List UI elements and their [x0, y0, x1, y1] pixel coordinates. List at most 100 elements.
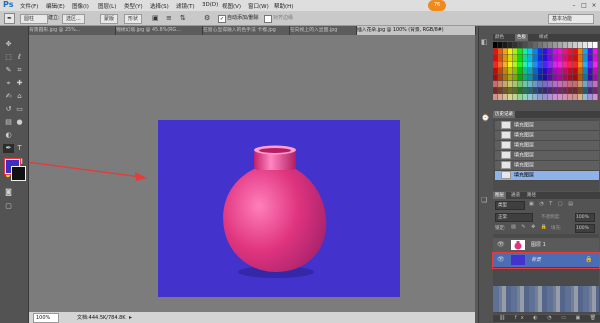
tab-history[interactable]: 历史记录	[493, 111, 515, 118]
swatch-cell[interactable]	[568, 55, 573, 61]
swatch-cell[interactable]	[548, 48, 553, 55]
swatch-cell[interactable]	[498, 81, 503, 87]
eraser-tool-icon[interactable]: ▭	[14, 105, 25, 114]
swatch-cell[interactable]	[493, 61, 498, 68]
swatch-cell[interactable]	[533, 68, 538, 74]
type-tool-icon[interactable]: T	[14, 144, 25, 153]
menu-file[interactable]: 文件(F)	[20, 2, 38, 10]
menu-window[interactable]: 窗口(W)	[248, 2, 269, 10]
eyedropper-tool-icon[interactable]: ⌖	[3, 79, 14, 88]
swatch-cell[interactable]	[518, 74, 523, 81]
swatch-cell[interactable]	[513, 74, 518, 81]
swatch-cell[interactable]	[543, 55, 548, 61]
dodge-tool-icon[interactable]: ◐	[3, 131, 14, 140]
swatch-cell[interactable]	[533, 61, 538, 68]
swatch-cell[interactable]	[498, 55, 503, 61]
swatch-cell[interactable]	[568, 48, 573, 55]
swatch-cell[interactable]	[493, 94, 498, 100]
swatch-cell[interactable]	[568, 42, 573, 48]
swatch-cell[interactable]	[503, 55, 508, 61]
swatch-cell[interactable]	[548, 87, 553, 94]
history-item[interactable]: 填充图层	[495, 151, 599, 161]
swatch-cell[interactable]	[543, 68, 548, 74]
swatch-cell[interactable]	[583, 55, 588, 61]
swatch-cell[interactable]	[543, 81, 548, 87]
tab-paths[interactable]: 路径	[525, 192, 538, 199]
swatch-cell[interactable]	[538, 94, 543, 100]
swatch-cell[interactable]	[528, 94, 533, 100]
swatch-grid[interactable]	[493, 42, 599, 106]
swatch-cell[interactable]	[548, 74, 553, 81]
swatch-cell[interactable]	[508, 87, 513, 94]
swatch-cell[interactable]	[568, 74, 573, 81]
swatch-cell[interactable]	[588, 68, 593, 74]
marquee-tool-icon[interactable]: ⬚	[3, 53, 14, 62]
visibility-eye-icon[interactable]: 👁	[497, 238, 505, 252]
swatch-cell[interactable]	[588, 81, 593, 87]
swatch-cell[interactable]	[568, 87, 573, 94]
swatch-cell[interactable]	[588, 94, 593, 100]
lasso-tool-icon[interactable]: ℓ	[14, 53, 25, 62]
swatch-cell[interactable]	[568, 94, 573, 100]
swatch-cell[interactable]	[558, 74, 563, 81]
zoom-level-field[interactable]: 100%	[33, 313, 59, 323]
swatch-cell[interactable]	[588, 61, 593, 68]
swatch-cell[interactable]	[578, 68, 583, 74]
swatch-cell[interactable]	[518, 81, 523, 87]
swatch-cell[interactable]	[548, 55, 553, 61]
swatch-cell[interactable]	[553, 48, 558, 55]
align-edges-checkbox[interactable]	[264, 15, 272, 23]
swatch-cell[interactable]	[513, 42, 518, 48]
swatch-cell[interactable]	[573, 55, 578, 61]
swatch-cell[interactable]	[508, 42, 513, 48]
quick-mask-icon[interactable]: ◙	[3, 188, 14, 197]
swatch-cell[interactable]	[563, 94, 568, 100]
swatch-cell[interactable]	[593, 42, 598, 48]
swatch-cell[interactable]	[588, 42, 593, 48]
swatch-cell[interactable]	[493, 68, 498, 74]
swatch-cell[interactable]	[508, 61, 513, 68]
swatch-cell[interactable]	[508, 68, 513, 74]
swatch-cell[interactable]	[553, 61, 558, 68]
swatch-cell[interactable]	[553, 94, 558, 100]
swatch-cell[interactable]	[568, 68, 573, 74]
swatch-cell[interactable]	[533, 42, 538, 48]
quick-select-tool-icon[interactable]: ✎	[3, 66, 14, 75]
make-shape-button[interactable]: 形状	[124, 14, 143, 24]
history-panel-icon[interactable]: ⌚	[481, 114, 491, 124]
color-swatches[interactable]	[493, 42, 599, 106]
swatch-cell[interactable]	[528, 68, 533, 74]
swatch-cell[interactable]	[588, 87, 593, 94]
brush-tool-icon[interactable]: ✍	[3, 92, 14, 101]
swatch-cell[interactable]	[558, 61, 563, 68]
swatch-cell[interactable]	[493, 87, 498, 94]
swatch-cell[interactable]	[513, 94, 518, 100]
layer-filter-select[interactable]: 类型	[495, 201, 525, 210]
swatch-cell[interactable]	[593, 55, 598, 61]
swatch-cell[interactable]	[523, 74, 528, 81]
menu-help[interactable]: 帮助(H)	[274, 2, 293, 10]
swatch-cell[interactable]	[508, 74, 513, 81]
swatch-cell[interactable]	[593, 94, 598, 100]
move-tool-icon[interactable]: ✥	[3, 40, 14, 49]
swatch-cell[interactable]	[573, 81, 578, 87]
make-mask-button[interactable]: 蒙版	[100, 14, 119, 24]
shape-mode-select[interactable]: 圆柱	[20, 14, 48, 24]
swatch-cell[interactable]	[583, 61, 588, 68]
swatch-cell[interactable]	[498, 74, 503, 81]
swatch-cell[interactable]	[573, 68, 578, 74]
swatch-cell[interactable]	[593, 81, 598, 87]
swatch-cell[interactable]	[583, 48, 588, 55]
gradient-tool-icon[interactable]: ▤	[3, 118, 14, 127]
swatch-cell[interactable]	[498, 42, 503, 48]
swatch-cell[interactable]	[513, 48, 518, 55]
swatch-cell[interactable]	[493, 42, 498, 48]
swatch-cell[interactable]	[548, 61, 553, 68]
swatch-cell[interactable]	[493, 55, 498, 61]
color-panel-icon[interactable]: ◧	[481, 38, 491, 48]
layer-row-selected[interactable]: 👁 背景 🔒	[492, 252, 600, 269]
swatch-cell[interactable]	[518, 87, 523, 94]
swatch-cell[interactable]	[493, 81, 498, 87]
swatch-cell[interactable]	[493, 74, 498, 81]
swatch-cell[interactable]	[498, 68, 503, 74]
